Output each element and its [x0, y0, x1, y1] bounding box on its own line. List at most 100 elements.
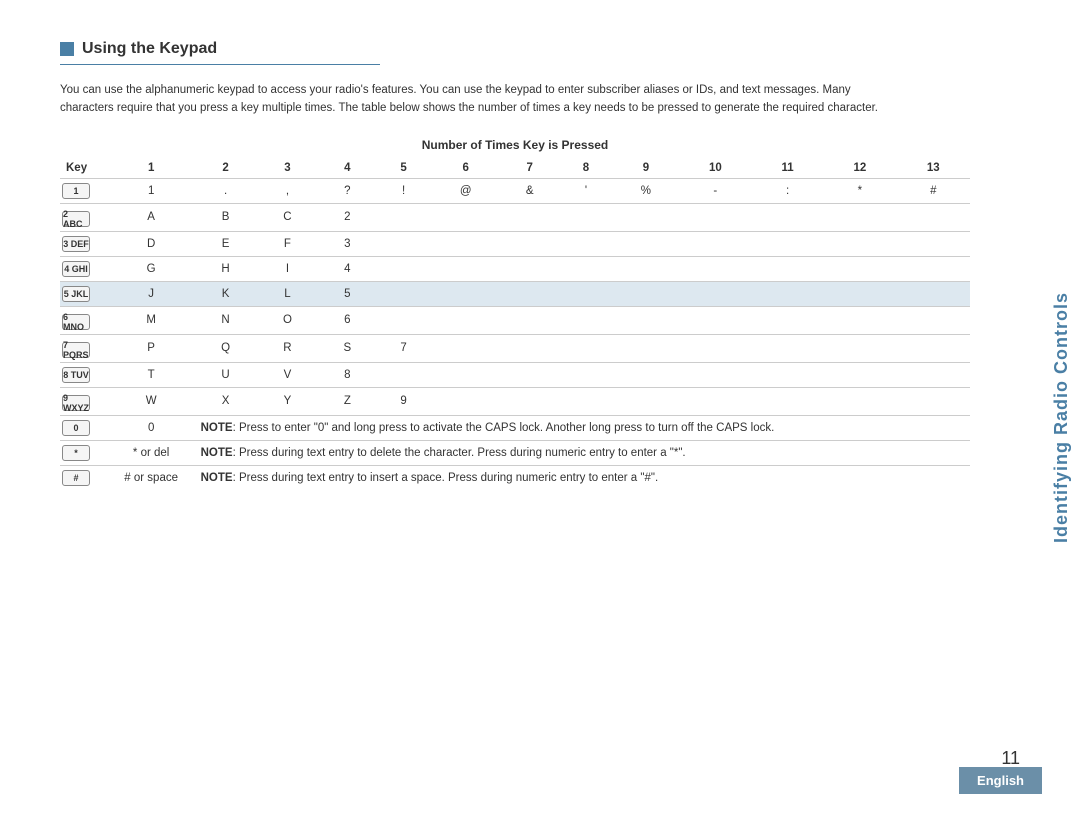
- key-value: .: [195, 178, 257, 203]
- table-row: 6 MNOMNO6: [60, 306, 970, 334]
- col-13: 13: [897, 158, 970, 179]
- key-value: M: [108, 306, 195, 334]
- key-value: Q: [195, 334, 257, 362]
- key-value: W: [108, 387, 195, 415]
- english-badge: English: [959, 767, 1042, 794]
- key-value: [613, 306, 679, 334]
- key-value: [679, 362, 752, 387]
- key-value: #: [897, 178, 970, 203]
- key-value: [559, 306, 613, 334]
- key-value: [897, 203, 970, 231]
- section-header: Using the Keypad: [60, 40, 380, 65]
- key-value: 0: [108, 415, 195, 440]
- key-value: [559, 281, 613, 306]
- key-icon-cell: 6 MNO: [60, 306, 108, 334]
- key-value: [897, 231, 970, 256]
- col-12: 12: [823, 158, 896, 179]
- key-icon-cell: 7 PQRS: [60, 334, 108, 362]
- col-1: 1: [108, 158, 195, 179]
- key-icon-cell: 8 TUV: [60, 362, 108, 387]
- key-value: [897, 387, 970, 415]
- key-value: V: [256, 362, 318, 387]
- key-value: [897, 281, 970, 306]
- key-value: Y: [256, 387, 318, 415]
- key-value: [679, 334, 752, 362]
- key-icon-cell: 3 DEF: [60, 231, 108, 256]
- key-value: [823, 231, 896, 256]
- key-value: [823, 256, 896, 281]
- key-value: [613, 362, 679, 387]
- key-value: * or del: [108, 440, 195, 465]
- key-value: K: [195, 281, 257, 306]
- key-value: ?: [318, 178, 376, 203]
- key-value: [613, 281, 679, 306]
- key-value: [752, 362, 823, 387]
- key-value: [559, 203, 613, 231]
- key-value: H: [195, 256, 257, 281]
- table-row: 7 PQRSPQRS7: [60, 334, 970, 362]
- key-value: Z: [318, 387, 376, 415]
- main-content: Using the Keypad You can use the alphanu…: [60, 40, 970, 490]
- key-value: P: [108, 334, 195, 362]
- key-value: 5: [318, 281, 376, 306]
- key-value: [679, 231, 752, 256]
- key-value: [752, 281, 823, 306]
- col-4: 4: [318, 158, 376, 179]
- key-value: @: [431, 178, 501, 203]
- key-value: [431, 231, 501, 256]
- key-value: 2: [318, 203, 376, 231]
- keypad-table: Number of Times Key is Pressed Key 1 2 3…: [60, 138, 970, 490]
- key-value: 1: [108, 178, 195, 203]
- table-body: 11.,?!@&'%-:*#2 ABCABC23 DEFDEF34 GHIGHI…: [60, 178, 970, 490]
- key-value: [613, 203, 679, 231]
- key-value: [431, 281, 501, 306]
- table-row: 9 WXYZWXYZ9: [60, 387, 970, 415]
- key-value: [752, 256, 823, 281]
- key-value: T: [108, 362, 195, 387]
- table-row: ** or delNOTE: Press during text entry t…: [60, 440, 970, 465]
- key-value: E: [195, 231, 257, 256]
- key-value: [613, 231, 679, 256]
- col-3: 3: [256, 158, 318, 179]
- key-value: [559, 362, 613, 387]
- key-value: [376, 306, 430, 334]
- key-value: [897, 362, 970, 387]
- key-value: 7: [376, 334, 430, 362]
- key-note: NOTE: Press during text entry to delete …: [195, 440, 970, 465]
- key-icon-cell: 1: [60, 178, 108, 203]
- key-value: [376, 203, 430, 231]
- key-value: G: [108, 256, 195, 281]
- key-value: [501, 256, 559, 281]
- key-value: [559, 256, 613, 281]
- section-title: Using the Keypad: [82, 40, 217, 58]
- col-11: 11: [752, 158, 823, 179]
- key-value: [823, 334, 896, 362]
- key-value: [897, 334, 970, 362]
- key-value: [431, 362, 501, 387]
- key-value: [613, 387, 679, 415]
- key-value: [559, 231, 613, 256]
- key-value: U: [195, 362, 257, 387]
- key-value: [679, 387, 752, 415]
- key-value: -: [679, 178, 752, 203]
- key-value: 6: [318, 306, 376, 334]
- page-number: 11: [1001, 748, 1020, 769]
- key-icon-cell: *: [60, 440, 108, 465]
- key-value: [376, 281, 430, 306]
- table-row: 11.,?!@&'%-:*#: [60, 178, 970, 203]
- col-9: 9: [613, 158, 679, 179]
- key-value: [823, 362, 896, 387]
- key-icon-cell: 5 JKL: [60, 281, 108, 306]
- key-value: A: [108, 203, 195, 231]
- intro-text: You can use the alphanumeric keypad to a…: [60, 81, 880, 118]
- key-value: [613, 256, 679, 281]
- key-value: [752, 387, 823, 415]
- key-icon-cell: 9 WXYZ: [60, 387, 108, 415]
- key-value: O: [256, 306, 318, 334]
- key-value: [679, 256, 752, 281]
- col-7: 7: [501, 158, 559, 179]
- key-value: [431, 256, 501, 281]
- key-value: 3: [318, 231, 376, 256]
- key-icon-cell: #: [60, 465, 108, 490]
- key-value: &: [501, 178, 559, 203]
